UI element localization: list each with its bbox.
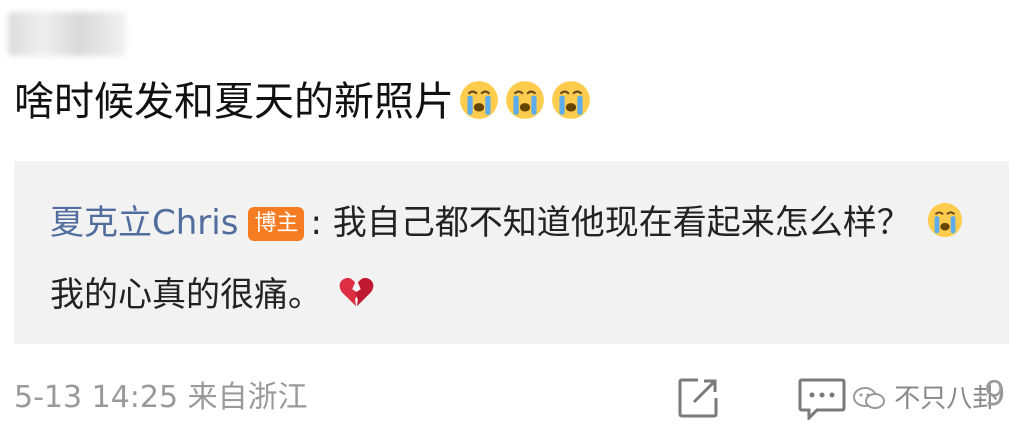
comment-body: 啥时候发和夏天的新照片 [14,79,454,125]
comment-count: 9 [984,374,1006,414]
reply-text-part2: 我的心真的很痛。 [50,275,322,315]
watermark-text: 不只八卦 [894,384,999,414]
crying-face-icon [552,81,590,119]
blurred-username [8,12,126,56]
edit-icon[interactable] [676,376,720,420]
crying-face-icon [506,81,544,119]
comment-icon[interactable] [797,376,847,420]
broken-heart-icon [339,277,374,307]
crying-face-icon [460,81,498,119]
comment-text: 啥时候发和夏天的新照片 [14,72,592,132]
reply-quote-box: 夏克立Chris 博主: 我自己都不知道他现在看起来怎么样？ 我的心真的很痛。 [14,161,1009,344]
wechat-icon [853,387,885,409]
watermark: 不只八卦 [852,378,998,415]
blogger-badge: 博主 [248,207,305,241]
crying-face-icon [927,202,962,238]
reply-text: 夏克立Chris 博主: 我自己都不知道他现在看起来怎么样？ 我的心真的很痛。 [50,187,969,331]
comment-meta: 5-13 14:25 来自浙江 [14,380,308,415]
reply-separator: : [310,203,322,243]
reply-author-link[interactable]: 夏克立Chris [50,203,238,243]
reply-text-part1: 我自己都不知道他现在看起来怎么样？ [332,203,911,243]
